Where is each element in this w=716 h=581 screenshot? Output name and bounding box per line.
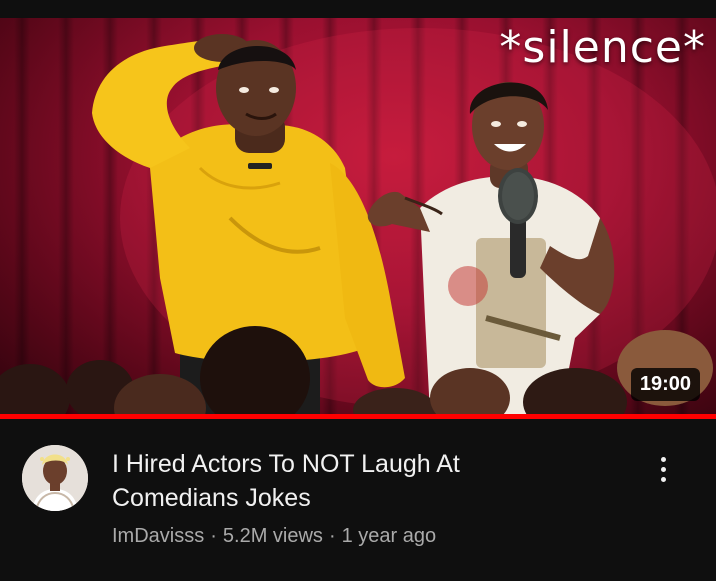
upload-age: 1 year ago	[341, 525, 437, 547]
video-title[interactable]: I Hired Actors To NOT Laugh At Comedians…	[112, 447, 582, 515]
channel-avatar[interactable]	[22, 445, 88, 511]
video-subline: ImDavisss · 5.2M views · 1 year ago	[112, 525, 436, 548]
more-vert-icon[interactable]	[648, 449, 678, 489]
video-thumbnail[interactable]: *silence* 19:00	[0, 18, 716, 414]
more-dot	[660, 466, 666, 472]
duration-badge: 19:00	[630, 368, 700, 401]
thumbnail-scene	[0, 28, 716, 414]
more-dot	[660, 456, 666, 462]
video-metadata: I Hired Actors To NOT Laugh At Comedians…	[0, 419, 716, 581]
separator-dot: ·	[210, 525, 217, 547]
view-count: 5.2M views	[222, 525, 323, 547]
status-strip	[0, 0, 716, 18]
channel-name[interactable]: ImDavisss	[112, 525, 204, 547]
separator-dot: ·	[328, 525, 336, 547]
avatar-image	[22, 445, 88, 511]
more-dot	[660, 476, 666, 482]
video-card[interactable]: *silence* 19:00 I Hired Actors To NOT La…	[0, 0, 716, 581]
thumbnail-overlay-text: *silence*	[499, 22, 706, 73]
